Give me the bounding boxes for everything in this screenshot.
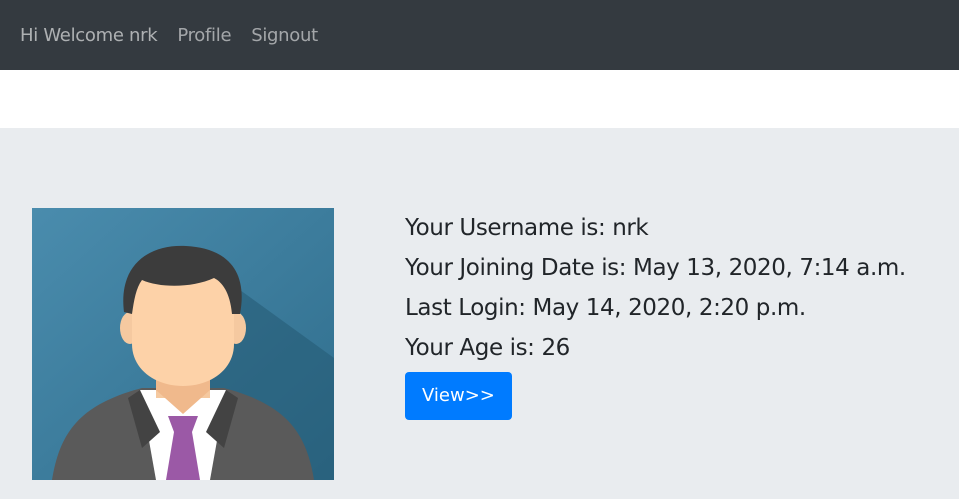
view-button[interactable]: View>> xyxy=(405,372,512,420)
last-login-text: Last Login: May 14, 2020, 2:20 p.m. xyxy=(405,295,806,321)
profile-panel: Your Username is: nrk Your Joining Date … xyxy=(0,128,959,499)
signout-link[interactable]: Signout xyxy=(251,25,318,46)
businessman-avatar-icon xyxy=(32,208,334,480)
age-text: Your Age is: 26 xyxy=(405,335,570,361)
profile-link[interactable]: Profile xyxy=(177,25,231,46)
joining-date-text: Your Joining Date is: May 13, 2020, 7:14… xyxy=(405,255,906,281)
top-navbar: Hi Welcome nrk Profile Signout xyxy=(0,0,959,70)
username-text: Your Username is: nrk xyxy=(405,215,649,241)
welcome-link[interactable]: Hi Welcome nrk xyxy=(20,25,158,46)
profile-info: Your Username is: nrk Your Joining Date … xyxy=(405,208,945,420)
